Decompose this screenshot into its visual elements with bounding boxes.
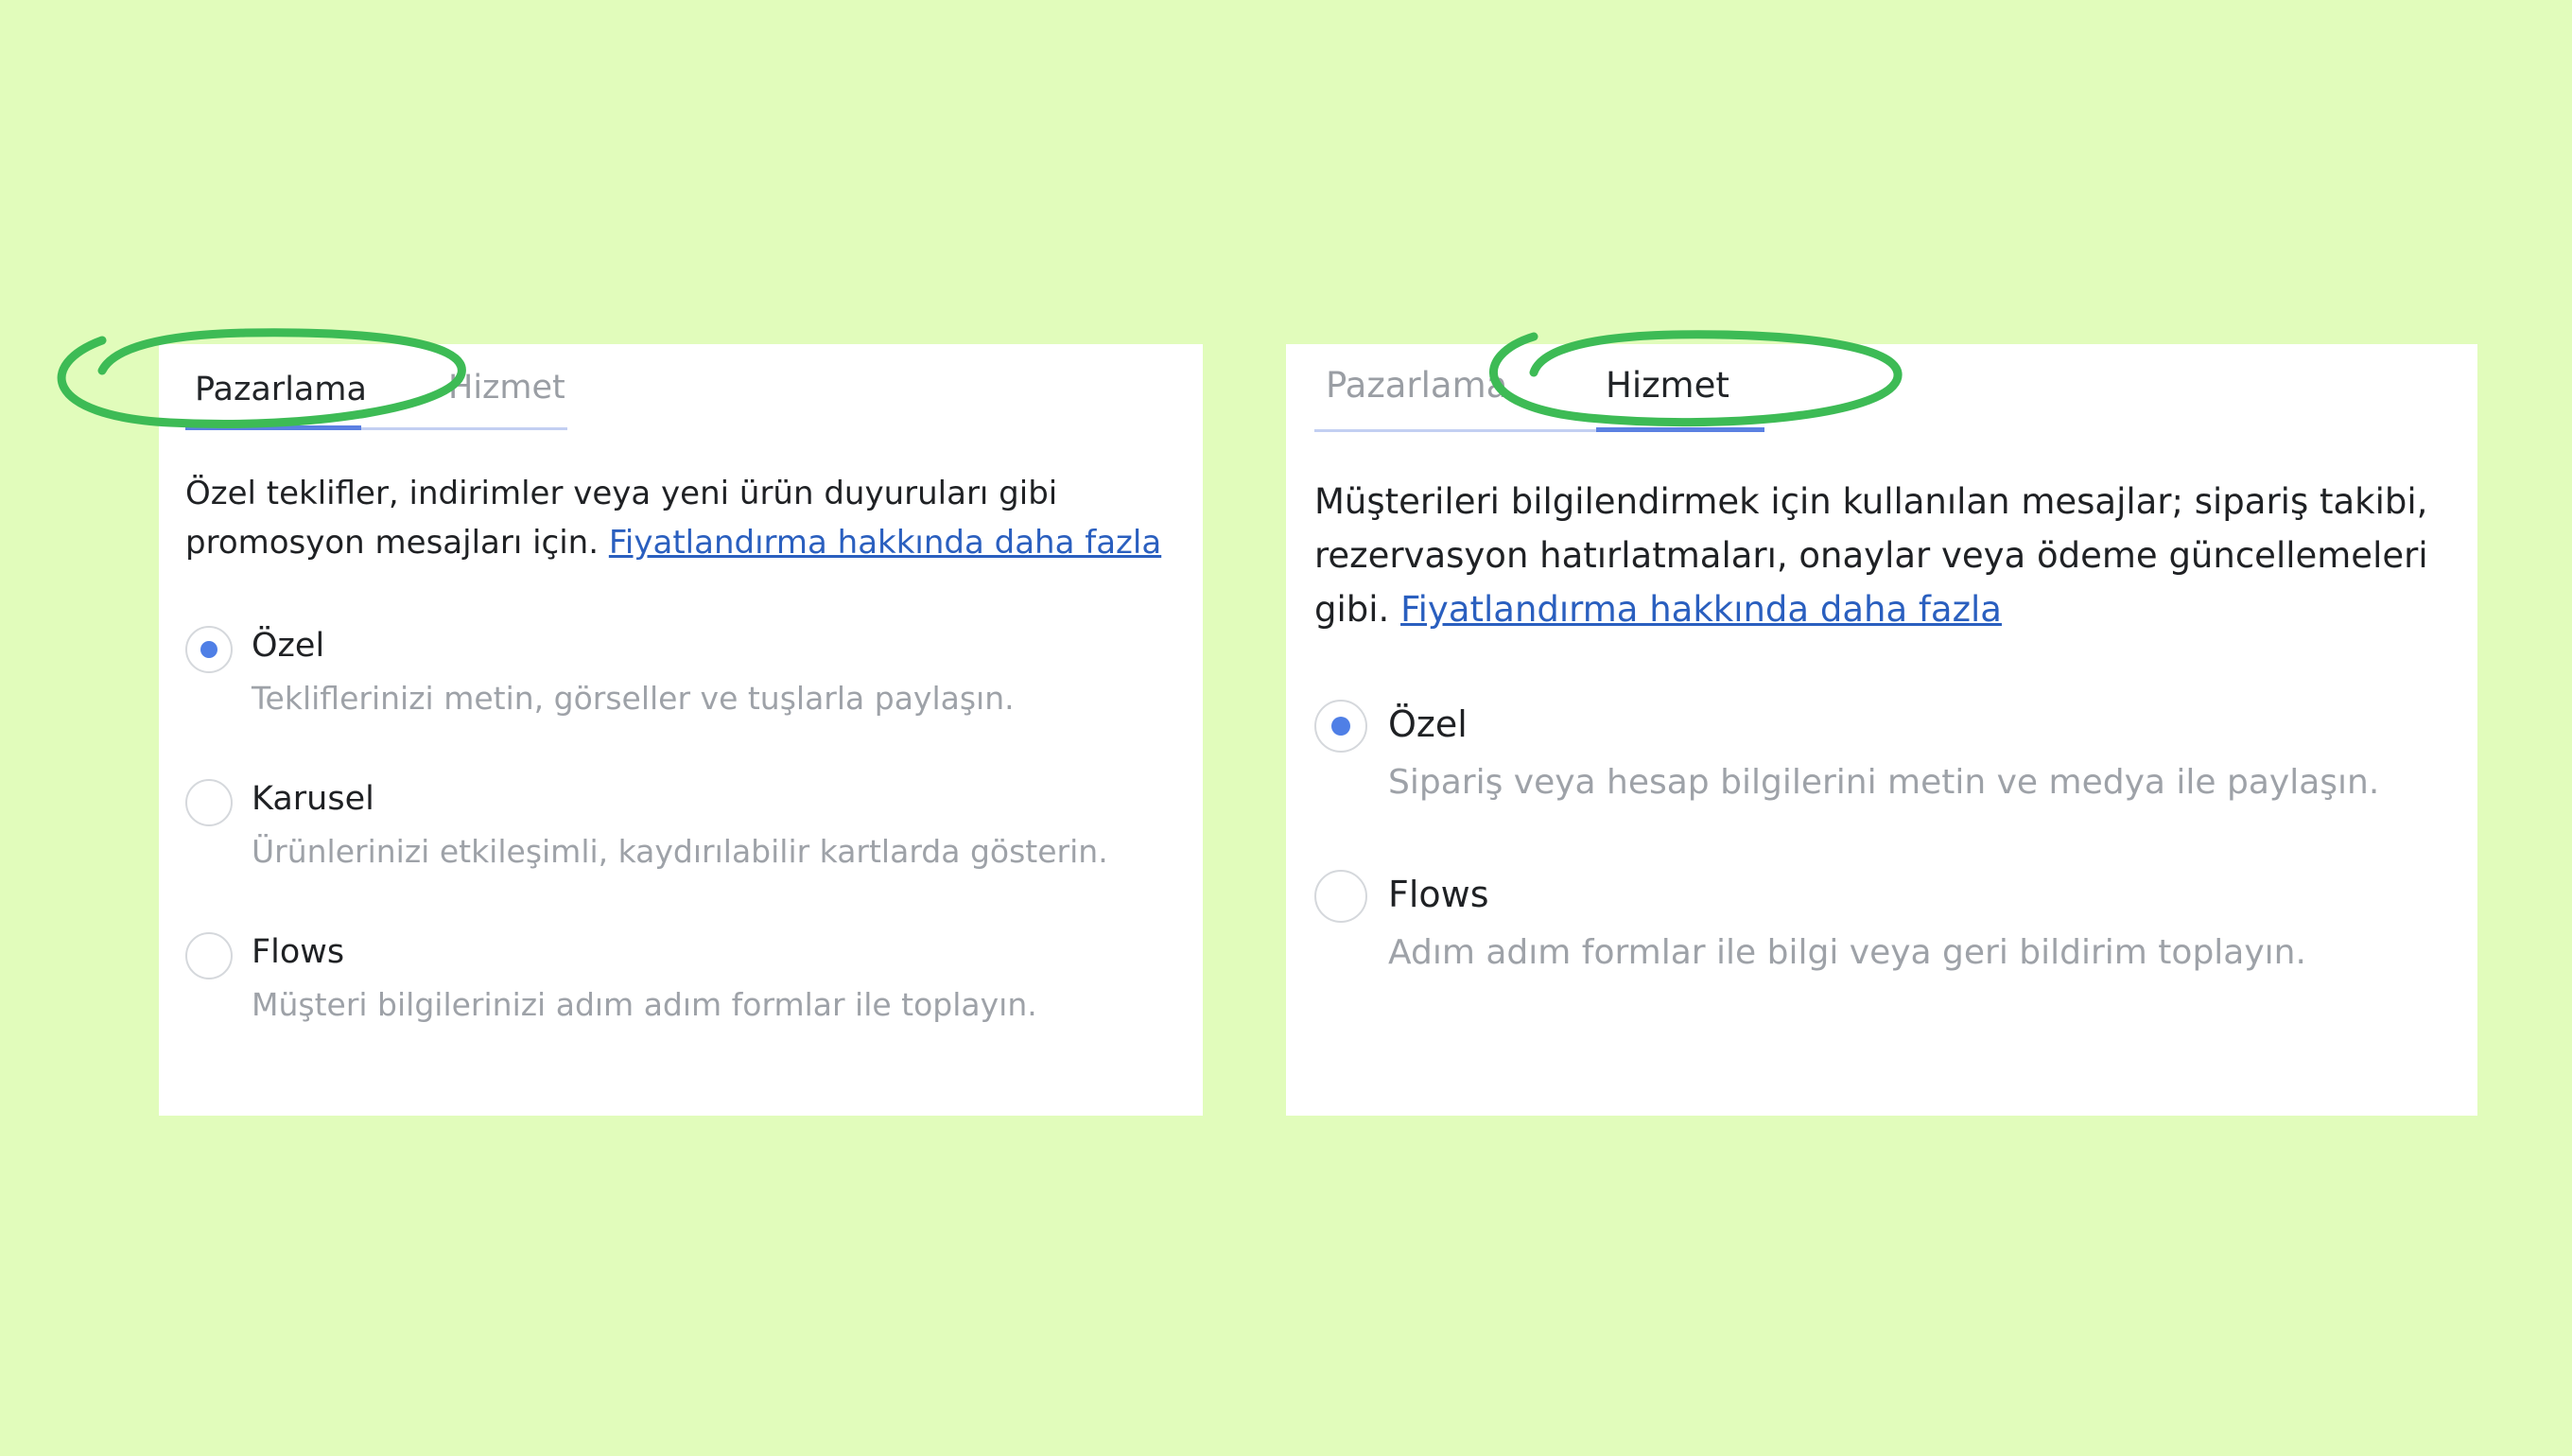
radio-selected-icon[interactable] [185,626,233,673]
option-subtitle: Sipariş veya hesap bilgilerini metin ve … [1388,763,2380,802]
option-ozel[interactable]: Özel Tekliflerinizi metin, görseller ve … [185,622,1169,726]
tab-hizmet[interactable]: Hizmet [1606,365,1729,407]
option-title: Flows [252,933,345,971]
tab-active-indicator [185,425,361,430]
option-subtitle: Adım adım formlar ile bilgi veya geri bi… [1388,933,2306,972]
radio-unselected-icon[interactable] [185,932,233,979]
radio-dot [200,641,217,658]
tab-pazarlama[interactable]: Pazarlama [195,369,367,410]
template-category-panel-marketing: Pazarlama Hizmet Özel teklifler, indirim… [159,344,1203,1116]
pricing-link[interactable]: Fiyatlandırma hakkında daha fazla [1400,589,2002,630]
tab-active-indicator [1596,427,1764,432]
radio-dot [1331,717,1350,736]
option-karusel[interactable]: Karusel Ürünlerinizi etkileşimli, kaydır… [185,775,1169,879]
category-description: Özel teklifler, indirimler veya yeni ürü… [185,469,1188,567]
option-title: Flows [1388,874,1489,915]
pricing-link[interactable]: Fiyatlandırma hakkında daha fazla [609,524,1161,562]
template-category-panel-service: Pazarlama Hizmet Müşterileri bilgilendir… [1286,344,2477,1116]
option-title: Karusel [252,780,374,818]
option-subtitle: Müşteri bilgilerinizi adım adım formlar … [252,986,1037,1023]
tab-pazarlama[interactable]: Pazarlama [1326,365,1507,407]
category-description: Müşterileri bilgilendirmek için kullanıl… [1314,475,2449,636]
option-title: Özel [1388,703,1468,745]
option-flows[interactable]: Flows Müşteri bilgilerinizi adım adım fo… [185,928,1169,1032]
radio-unselected-icon[interactable] [185,779,233,826]
option-subtitle: Ürünlerinizi etkileşimli, kaydırılabilir… [252,833,1108,870]
option-subtitle: Tekliflerinizi metin, görseller ve tuşla… [252,680,1015,717]
option-ozel[interactable]: Özel Sipariş veya hesap bilgilerini meti… [1314,696,2449,809]
tab-hizmet[interactable]: Hizmet [448,367,565,408]
option-title: Özel [252,627,325,665]
radio-selected-icon[interactable] [1314,700,1367,753]
option-flows[interactable]: Flows Adım adım formlar ile bilgi veya g… [1314,866,2449,979]
radio-unselected-icon[interactable] [1314,870,1367,923]
